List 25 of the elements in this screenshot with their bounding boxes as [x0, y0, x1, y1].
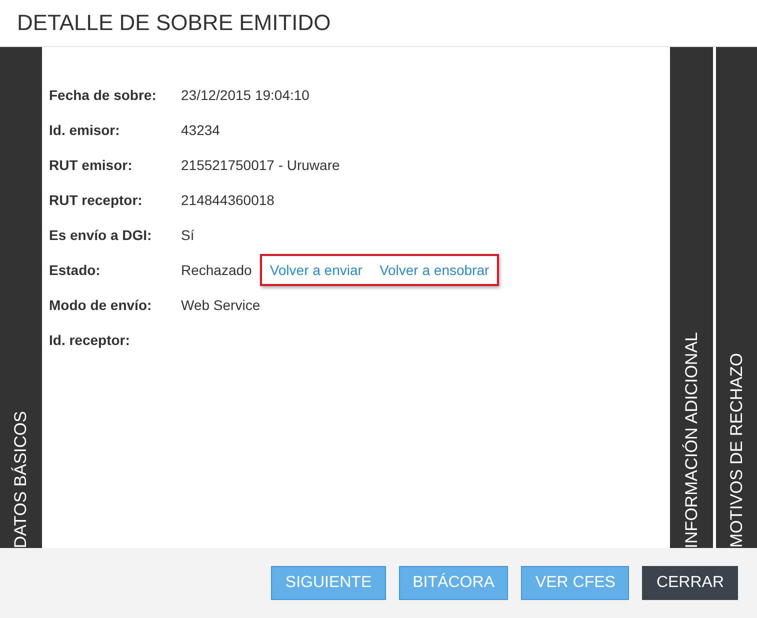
- field-label: Id. emisor:: [49, 122, 121, 138]
- field-label: Es envío a DGI:: [49, 226, 153, 242]
- field-value: 43234: [181, 122, 220, 138]
- field-value: 23/12/2015 19:04:10: [181, 86, 310, 102]
- field-value: Rechazado: [181, 262, 252, 278]
- vertical-tab[interactable]: INFORMACIÓN ADICIONAL: [670, 47, 713, 548]
- field-label: Modo de envío:: [49, 296, 153, 312]
- field-label: Id. receptor:: [49, 332, 131, 348]
- field-value: 215521750017 - Uruware: [181, 156, 340, 172]
- action-link[interactable]: Volver a enviar: [270, 262, 362, 278]
- action-button[interactable]: VER CFES: [521, 566, 630, 600]
- action-button[interactable]: BITÁCORA: [398, 566, 508, 600]
- field-label: RUT receptor:: [49, 192, 144, 208]
- action-link[interactable]: Volver a ensobrar: [379, 262, 490, 278]
- field-value: Web Service: [181, 296, 260, 312]
- action-button[interactable]: SIGUIENTE: [271, 566, 386, 600]
- field-label: RUT emisor:: [49, 156, 134, 172]
- field-label: Estado:: [49, 262, 102, 278]
- field-label: Fecha de sobre:: [49, 86, 158, 102]
- field-value: Sí: [181, 226, 194, 242]
- window-title: DETALLE DE SOBRE EMITIDO: [17, 10, 331, 36]
- field-value: 214844360018: [181, 192, 274, 208]
- action-button[interactable]: CERRAR: [642, 566, 738, 600]
- vertical-tab[interactable]: DATOS BÁSICOS: [0, 47, 42, 548]
- vertical-tab[interactable]: MOTIVOS DE RECHAZO: [716, 47, 757, 548]
